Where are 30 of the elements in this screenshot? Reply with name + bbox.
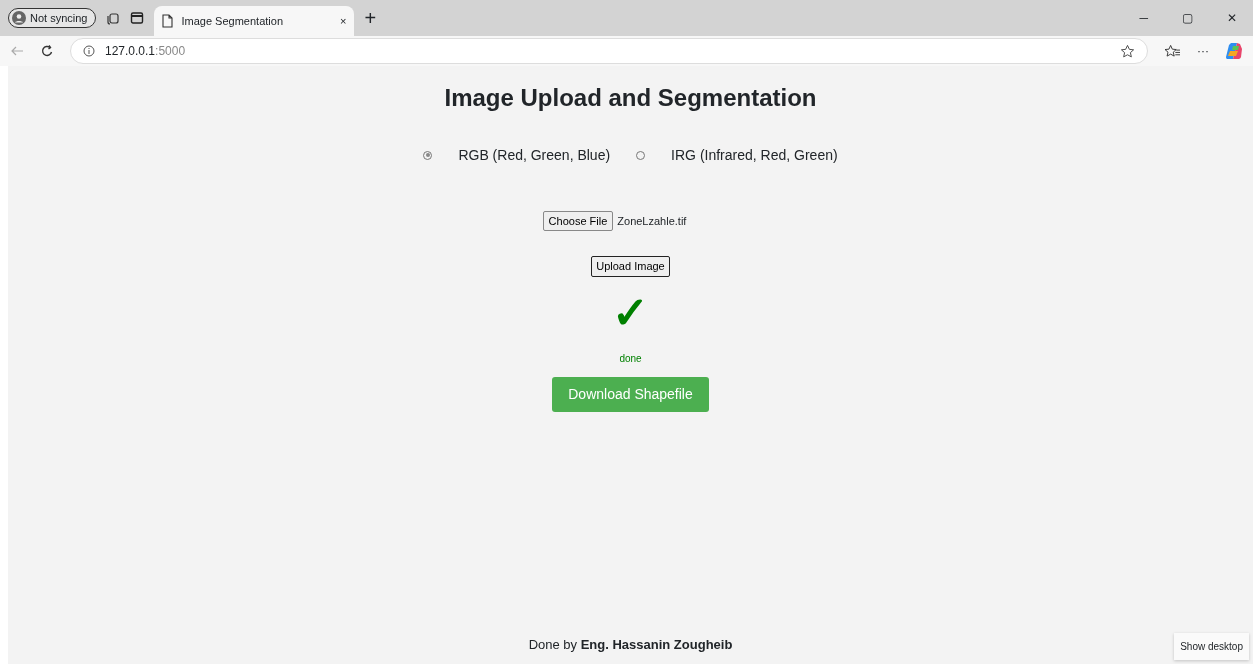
more-button[interactable]: ··· (1197, 42, 1209, 60)
radio-label: RGB (Red, Green, Blue) (458, 145, 611, 165)
favorites-icon[interactable] (1164, 43, 1181, 59)
page-icon (162, 14, 174, 28)
browser-tab[interactable]: Image Segmentation × (154, 6, 355, 36)
footer-text: Done by Eng. Hassanin Zougheib (528, 636, 733, 652)
radio-label: IRG (Infrared, Red, Green) (671, 145, 838, 165)
tooltip: Show desktop (1174, 633, 1249, 660)
info-icon[interactable] (83, 45, 95, 57)
new-tab-button[interactable]: + (364, 3, 377, 33)
check-icon: ✓ (612, 288, 649, 338)
address-bar[interactable]: 127.0.0.1:5000 (70, 38, 1148, 64)
close-button[interactable]: ✕ (1219, 9, 1245, 27)
url-text: 127.0.0.1:5000 (105, 43, 187, 60)
sidebar-icon[interactable] (130, 11, 145, 25)
tabs-icon[interactable] (106, 11, 121, 25)
close-tab-button[interactable]: × (340, 12, 347, 30)
choose-file-button[interactable]: Choose File (542, 210, 614, 232)
star-icon[interactable] (1120, 43, 1135, 59)
upload-button[interactable]: Upload Image (591, 256, 670, 277)
minimize-button[interactable]: ─ (1131, 9, 1156, 27)
restore-button[interactable]: ▢ (1174, 9, 1201, 27)
file-name: ZoneLzahle.tif (617, 213, 687, 229)
copilot-icon[interactable] (1225, 42, 1243, 60)
status-text: done (619, 353, 642, 365)
profile-button[interactable]: Not syncing (8, 7, 97, 29)
person-icon (12, 11, 26, 25)
page-title: Image Upload and Segmentation (443, 83, 818, 113)
reload-icon[interactable] (40, 44, 54, 58)
tab-title: Image Segmentation (181, 13, 284, 29)
